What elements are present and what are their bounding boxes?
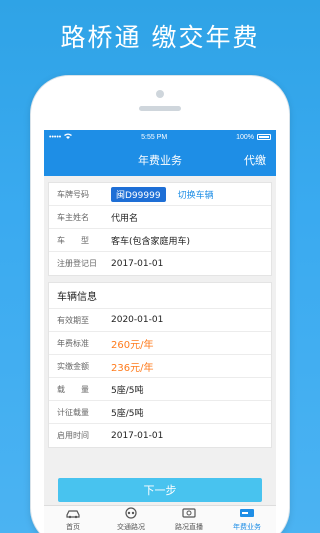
proxy-pay-button[interactable]: 代缴 <box>244 152 266 168</box>
tab-live-label: 路况直播 <box>175 523 203 531</box>
valid-label: 有效期至 <box>57 315 89 325</box>
fee-value: 260元/年 <box>111 339 154 351</box>
tab-home-label: 首页 <box>66 523 80 531</box>
reg-label: 注册登记日 <box>57 259 97 268</box>
paid-label: 实缴金额 <box>57 361 89 371</box>
plate-label: 车牌号码 <box>57 189 89 199</box>
phone-speaker <box>139 106 181 111</box>
status-time: 5:55 PM <box>141 133 168 141</box>
fee-row: 年费标准 260元/年 <box>49 332 271 355</box>
type-row: 车 型 客车(包含家庭用车) <box>49 229 271 252</box>
paid-row: 实缴金额 236元/年 <box>49 355 271 378</box>
charge-load-row: 计征载量 5座/5吨 <box>49 401 271 424</box>
car-home-icon <box>65 507 81 522</box>
plate-badge: 闽D99999 <box>111 186 166 202</box>
battery-icon <box>257 134 271 140</box>
type-label: 车 型 <box>57 235 89 245</box>
fee-label: 年费标准 <box>57 338 89 348</box>
load-label: 载 量 <box>57 384 89 394</box>
traffic-icon <box>123 507 139 522</box>
load-value: 5座/5吨 <box>111 385 144 396</box>
tab-traffic[interactable]: 交通路况 <box>102 506 160 533</box>
start-label: 启用时间 <box>57 431 89 440</box>
valid-row: 有效期至 2020-01-01 <box>49 309 271 332</box>
owner-value: 代用名 <box>111 213 139 224</box>
app-screen: ••••• 5:55 PM 100% 年费业务 代缴 车牌号码 闽D99999 … <box>44 130 276 533</box>
reg-value: 2017-01-01 <box>111 258 164 269</box>
signal-indicator: ••••• <box>49 133 62 141</box>
charge-load-label: 计征载量 <box>57 407 89 417</box>
owner-label: 车主姓名 <box>57 212 89 222</box>
nav-bar: 年费业务 代缴 <box>44 144 276 176</box>
charge-load-value: 5座/5吨 <box>111 408 144 419</box>
vehicle-card: 车牌号码 闽D99999 切换车辆 车主姓名 代用名 车 型 客车(包含家庭用车… <box>48 182 272 276</box>
battery-percent: 100% <box>236 133 254 141</box>
owner-row: 车主姓名 代用名 <box>49 206 271 229</box>
info-card: 车辆信息 有效期至 2020-01-01 年费标准 260元/年 实缴金额 23… <box>48 282 272 448</box>
phone-camera <box>156 90 164 98</box>
tab-fee-label: 年费业务 <box>233 523 261 531</box>
wifi-icon <box>64 133 73 141</box>
paid-value: 236元/年 <box>111 362 154 374</box>
reg-row: 注册登记日 2017-01-01 <box>49 252 271 275</box>
promo-headline: 路桥通 缴交年费 <box>60 23 260 52</box>
start-value: 2017-01-01 <box>111 430 164 441</box>
tab-live[interactable]: 路况直播 <box>160 506 218 533</box>
tab-fee[interactable]: 年费业务 <box>218 506 276 533</box>
type-value: 客车(包含家庭用车) <box>111 236 191 247</box>
tab-home[interactable]: 首页 <box>44 506 102 533</box>
start-row: 启用时间 2017-01-01 <box>49 424 271 447</box>
load-row: 载 量 5座/5吨 <box>49 378 271 401</box>
plate-row: 车牌号码 闽D99999 切换车辆 <box>49 183 271 206</box>
camera-live-icon <box>181 507 197 522</box>
next-step-button[interactable]: 下一步 <box>58 478 262 502</box>
switch-vehicle-link[interactable]: 切换车辆 <box>178 188 214 201</box>
card-fee-icon <box>239 507 255 522</box>
section-title: 车辆信息 <box>49 283 271 309</box>
status-bar: ••••• 5:55 PM 100% <box>44 130 276 144</box>
tab-bar: 首页 交通路况 路况直播 年费业务 <box>44 505 276 533</box>
valid-value: 2020-01-01 <box>111 315 164 325</box>
page-title: 年费业务 <box>138 154 182 167</box>
tab-traffic-label: 交通路况 <box>117 523 145 531</box>
